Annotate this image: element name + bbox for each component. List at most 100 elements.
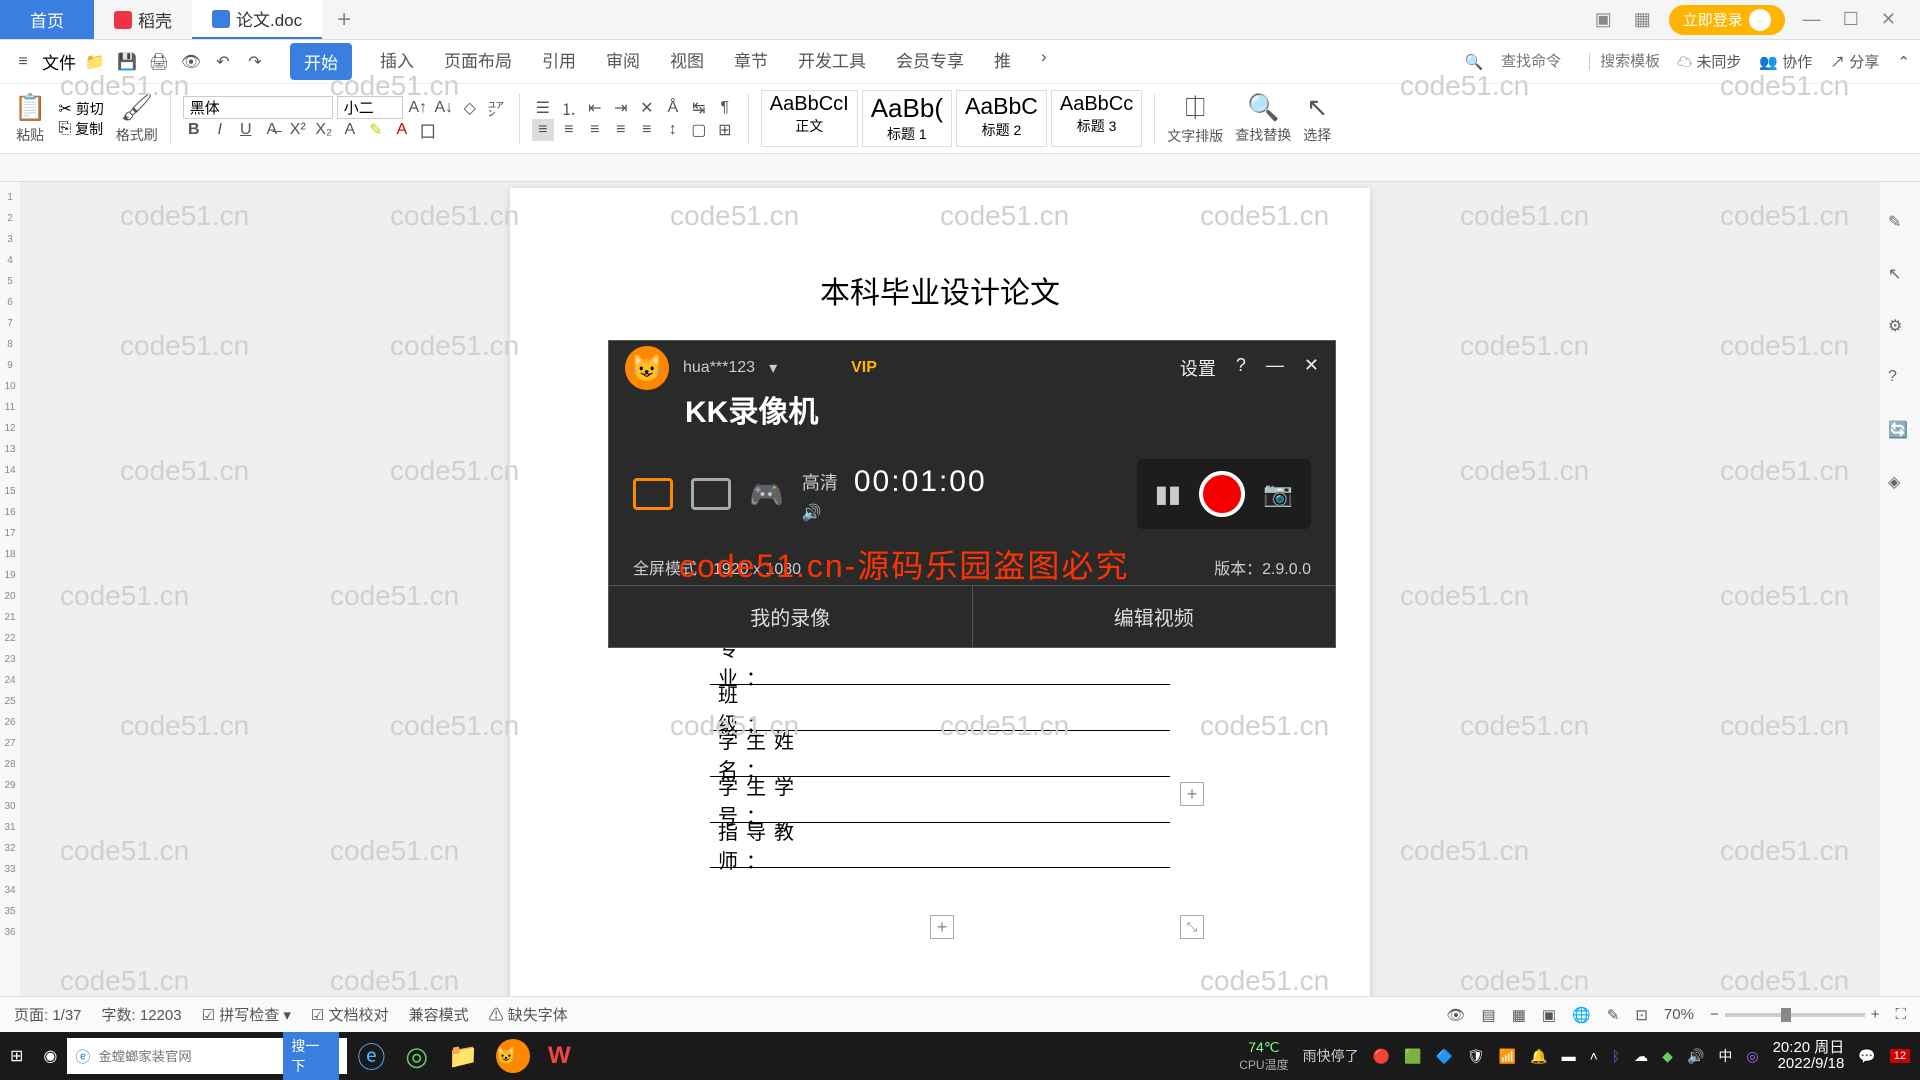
clear-format-icon[interactable]: ◇ (459, 97, 481, 119)
pen-icon[interactable]: ✎ (1888, 212, 1912, 236)
minimize-button[interactable]: — (1799, 5, 1825, 34)
temp-widget[interactable]: 74℃ CPU温度 (1239, 1039, 1288, 1073)
select-button[interactable]: ↖选择 (1303, 92, 1331, 145)
tray-cloud-icon[interactable]: ☁ (1634, 1048, 1648, 1065)
align-right-icon[interactable]: ≡ (584, 119, 606, 141)
redo-icon[interactable]: ↷ (242, 49, 268, 75)
unsync-label[interactable]: ☁ 未同步 (1677, 51, 1741, 72)
game-mode-icon[interactable]: 🎮 (749, 478, 784, 511)
taskbar-ie-icon[interactable]: ⓔ (347, 1032, 395, 1080)
menu-layout[interactable]: 页面布局 (442, 43, 514, 80)
tray-bluetooth-icon[interactable]: ᛒ (1612, 1048, 1620, 1064)
tab-file[interactable]: 论文.doc (192, 0, 322, 39)
text-effect-icon[interactable]: A (339, 119, 361, 141)
settings-icon[interactable]: ⚙ (1888, 316, 1912, 340)
layout-icon[interactable]: ▣ (1591, 5, 1616, 34)
brush-group[interactable]: 🖌 格式刷 (116, 92, 158, 145)
coop-label[interactable]: 👥 协作 (1759, 51, 1812, 72)
login-button[interactable]: 立即登录 (1669, 5, 1785, 35)
menu-view[interactable]: 视图 (668, 43, 706, 80)
menu-chevron[interactable]: › (1039, 43, 1049, 80)
tray-bell-icon[interactable]: 🔔 (1530, 1048, 1547, 1065)
tray-safe-icon[interactable]: ◆ (1662, 1048, 1673, 1065)
view-mode-3-icon[interactable]: ▣ (1542, 1006, 1556, 1024)
print-icon[interactable]: 🖨 (146, 49, 172, 75)
menu-insert[interactable]: 插入 (378, 43, 416, 80)
findrep-button[interactable]: 🔍查找替换 (1235, 92, 1291, 145)
tray-badge[interactable]: 12 (1890, 1049, 1910, 1063)
edit-icon[interactable]: ✎ (1607, 1006, 1620, 1024)
textdir-button[interactable]: ⎅文字排版 (1167, 92, 1223, 146)
zoom-level[interactable]: 70% (1664, 1006, 1694, 1023)
reading-view-icon[interactable]: 👁 (1446, 1006, 1465, 1024)
paste-icon[interactable]: 📋 (14, 92, 46, 123)
taskbar-360-icon[interactable]: ◎ (395, 1032, 438, 1080)
missing-font[interactable]: ⚠ 缺失字体 (489, 1004, 568, 1025)
hamburger-icon[interactable]: ≡ (10, 49, 36, 75)
search-command-input[interactable] (1501, 53, 1571, 70)
view-mode-1-icon[interactable]: ▤ (1482, 1006, 1496, 1024)
style-h3[interactable]: AaBbCc标题 3 (1051, 90, 1142, 147)
align-justify-icon[interactable]: ≡ (610, 119, 632, 141)
menu-ref[interactable]: 引用 (540, 43, 578, 80)
style-h2[interactable]: AaBbC标题 2 (956, 90, 1047, 147)
file-menu[interactable]: 文件 (42, 49, 76, 74)
cortana-icon[interactable]: ◉ (33, 1032, 67, 1080)
chevron-down-icon[interactable]: ▾ (769, 358, 777, 378)
proofread[interactable]: ☑ 文档校对 (311, 1004, 389, 1025)
shading-icon[interactable]: ▢ (688, 119, 710, 141)
tray-icon[interactable]: 🔷 (1435, 1048, 1452, 1065)
recorder-close-button[interactable]: ✕ (1304, 355, 1319, 381)
search-template-input[interactable] (1589, 53, 1659, 70)
word-count[interactable]: 字数: 12203 (102, 1004, 182, 1025)
close-button[interactable]: ✕ (1877, 5, 1900, 34)
tray-shield-icon[interactable]: 🛡 (1467, 1048, 1485, 1065)
spell-check[interactable]: ☑ 拼写检查 ▾ (202, 1004, 291, 1025)
sort-icon[interactable]: Å (662, 97, 684, 119)
zoom-slider[interactable]: − + (1710, 1006, 1880, 1023)
recorder-settings-button[interactable]: 设置 (1180, 355, 1216, 381)
font-select[interactable] (183, 96, 333, 119)
tray-gpu-icon[interactable]: ▬ (1562, 1048, 1576, 1064)
fullscreen-icon[interactable]: ⛶ (1895, 1006, 1906, 1023)
tray-ime-icon[interactable]: 中 (1718, 1046, 1732, 1066)
menu-dev[interactable]: 开发工具 (796, 43, 868, 80)
taskbar-wps-icon[interactable]: W (538, 1032, 581, 1080)
collapse-ribbon-icon[interactable]: ⌃ (1897, 53, 1910, 71)
taskbar-explorer-icon[interactable]: 📁 (438, 1032, 488, 1080)
taskbar-recorder-icon[interactable]: 😺 (496, 1039, 530, 1073)
indent-inc-icon[interactable]: ⇥ (610, 97, 632, 119)
undo-icon[interactable]: ↶ (210, 49, 236, 75)
align-center-icon[interactable]: ≡ (558, 119, 580, 141)
preview-icon[interactable]: 👁 (178, 49, 204, 75)
save-icon[interactable]: 💾 (114, 49, 140, 75)
recorder-minimize-button[interactable]: — (1266, 355, 1284, 381)
tab-icon[interactable]: ↹ (688, 97, 710, 119)
tab-docai[interactable]: 稻壳 (94, 0, 192, 39)
quality-label[interactable]: 高清 (802, 469, 838, 495)
show-marks-icon[interactable]: ¶ (714, 97, 736, 119)
align-left-icon[interactable]: ≡ (532, 119, 554, 141)
highlight-icon[interactable]: ✎ (365, 119, 387, 141)
asian-layout-icon[interactable]: ✕ (636, 97, 658, 119)
menu-more[interactable]: 推 (992, 43, 1013, 80)
grid-icon[interactable]: ▦ (1630, 5, 1655, 34)
search-button[interactable]: 搜一下 (283, 1032, 339, 1080)
open-icon[interactable]: 📁 (82, 49, 108, 75)
subscript-icon[interactable]: X₂ (313, 119, 335, 141)
phonetic-icon[interactable]: ㍐ (485, 97, 507, 119)
italic-icon[interactable]: I (209, 119, 231, 141)
screenshot-button[interactable]: 📷 (1263, 480, 1293, 509)
tray-chevron-icon[interactable]: ˄ (1590, 1048, 1598, 1064)
clock[interactable]: 20:20 周日 2022/9/18 (1773, 1040, 1845, 1073)
copy-icon[interactable]: ⎘ (58, 120, 71, 138)
tray-wifi-icon[interactable]: 📶 (1499, 1048, 1516, 1065)
tray-icon[interactable]: 🟩 (1404, 1048, 1421, 1065)
pause-button[interactable]: ▮▮ (1155, 480, 1181, 509)
superscript-icon[interactable]: X² (287, 119, 309, 141)
line-spacing-icon[interactable]: ↕ (662, 119, 684, 141)
bold-icon[interactable]: B (183, 119, 205, 141)
distribute-icon[interactable]: ≡ (636, 119, 658, 141)
menu-start[interactable]: 开始 (290, 43, 352, 80)
table-resize-handle[interactable]: ⤡ (1180, 915, 1204, 939)
